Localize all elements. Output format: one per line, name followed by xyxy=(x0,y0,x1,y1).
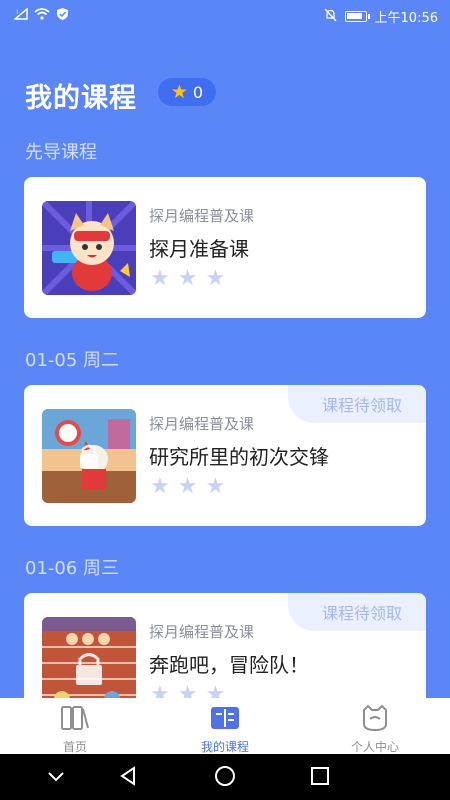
status-bar: ! 上午10:56 xyxy=(0,0,450,32)
course-pending-tag[interactable]: 课程待领取 xyxy=(288,385,426,423)
section-label: 01-05 周二 xyxy=(25,350,120,371)
course-card[interactable]: 课程待领取 探月编程普及课 研究所里的初次交锋 ★ ★ ★ xyxy=(24,385,426,526)
section-label: 01-06 周三 xyxy=(25,558,120,579)
mute-bell-icon xyxy=(324,8,337,26)
course-subtitle: 探月编程普及课 xyxy=(149,207,255,225)
nav-home-label: 首页 xyxy=(62,740,87,754)
course-card[interactable]: 探月编程普及课 探月准备课 ★ ★ ★ xyxy=(24,177,426,318)
status-icons-right: 上午10:56 xyxy=(324,7,438,26)
star-icon: ★ xyxy=(150,474,170,499)
star-count: 0 xyxy=(192,82,204,102)
course-pending-tag[interactable]: 课程待领取 xyxy=(288,593,426,631)
course-thumbnail xyxy=(42,617,136,711)
course-subtitle: 探月编程普及课 xyxy=(149,623,255,641)
course-thumbnail xyxy=(42,409,136,503)
wifi-icon xyxy=(34,8,50,24)
course-book-icon xyxy=(175,704,275,735)
course-title: 探月准备课 xyxy=(149,237,249,261)
nav-my-courses[interactable]: 我的课程 xyxy=(175,704,275,755)
section-label: 先导课程 xyxy=(25,142,97,163)
collapse-icon[interactable] xyxy=(46,764,66,792)
star-icon: ★ xyxy=(170,80,188,103)
star-count-badge[interactable]: ★ 0 xyxy=(158,78,216,106)
home-icon[interactable] xyxy=(214,764,236,792)
recent-apps-icon[interactable] xyxy=(310,764,330,792)
star-icon: ★ xyxy=(205,266,226,291)
svg-text:!: ! xyxy=(16,9,18,16)
star-icon: ★ xyxy=(177,474,198,499)
star-icon: ★ xyxy=(177,266,198,291)
nav-my-courses-label: 我的课程 xyxy=(200,740,249,754)
star-icon: ★ xyxy=(150,266,170,291)
course-rating: ★ ★ ★ xyxy=(150,476,225,498)
nav-profile[interactable]: 个人中心 xyxy=(325,704,425,755)
nav-profile-label: 个人中心 xyxy=(350,740,399,754)
back-icon[interactable] xyxy=(118,764,138,792)
status-time: 上午10:56 xyxy=(374,11,438,26)
nav-home[interactable]: 首页 xyxy=(25,704,125,755)
course-subtitle: 探月编程普及课 xyxy=(149,415,255,433)
course-rating: ★ ★ ★ xyxy=(150,268,225,290)
course-thumbnail xyxy=(42,201,136,295)
book-icon xyxy=(25,704,125,735)
battery-icon xyxy=(344,11,370,22)
cat-face-icon xyxy=(325,704,425,735)
status-icons-left: ! xyxy=(12,7,69,25)
star-icon: ★ xyxy=(205,474,226,499)
signal-icon: ! xyxy=(12,7,28,24)
shield-icon xyxy=(56,7,69,25)
bottom-navigation: 首页 我的课程 个人中心 xyxy=(0,698,450,754)
system-navigation-bar xyxy=(0,754,450,800)
page-title: 我的课程 xyxy=(25,83,137,114)
course-title: 研究所里的初次交锋 xyxy=(149,445,329,469)
course-title: 奔跑吧，冒险队！ xyxy=(149,653,309,677)
